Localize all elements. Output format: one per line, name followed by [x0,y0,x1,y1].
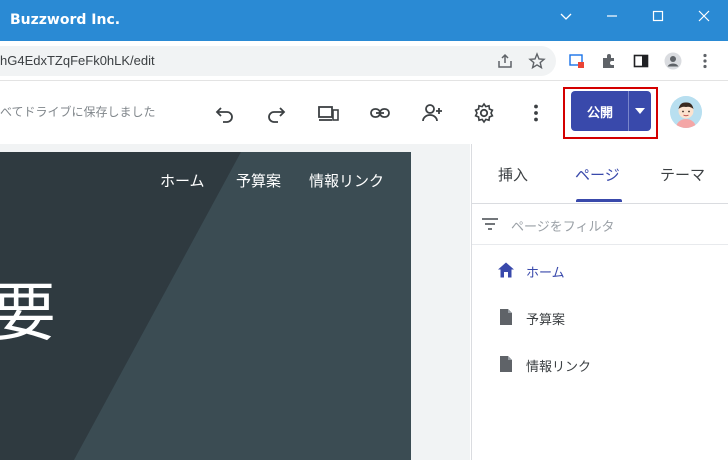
publish-dropdown-icon[interactable] [629,91,651,131]
bookmark-star-icon[interactable] [527,51,547,71]
tab-insert[interactable]: 挿入 [498,164,528,185]
publish-button[interactable]: 公開 [571,91,651,131]
filter-divider [472,244,728,245]
site-header-hero[interactable] [0,152,411,460]
home-icon [498,262,514,278]
tab-themes[interactable]: テーマ [660,164,705,185]
maximize-button[interactable] [635,0,681,32]
browser-address-bar: hG4EdxTZqFeFk0hLK/edit [0,41,728,81]
link-icon[interactable] [368,101,392,125]
window-title: Buzzword Inc. [10,12,121,28]
add-person-icon[interactable] [420,101,444,125]
url-field[interactable]: hG4EdxTZqFeFk0hLK/edit [0,46,556,76]
page-icon [500,356,512,372]
right-side-panel [471,144,728,460]
more-vert-icon[interactable] [524,101,548,125]
page-item-links[interactable]: 情報リンク [526,356,591,375]
redo-icon[interactable] [264,101,288,125]
extension-clip-icon[interactable] [567,51,587,71]
minimize-button[interactable] [589,0,635,32]
tabs-divider [472,203,728,204]
side-panel-icon[interactable] [631,51,651,71]
site-nav-home[interactable]: ホーム [160,170,205,191]
filter-icon [482,218,498,230]
share-icon[interactable] [495,51,515,71]
save-status-text: べてドライブに保存しました [0,105,156,119]
url-text: hG4EdxTZqFeFk0hLK/edit [0,53,155,68]
extensions-puzzle-icon[interactable] [599,51,619,71]
close-button[interactable] [681,0,727,32]
browser-menu-icon[interactable] [695,51,715,71]
settings-gear-icon[interactable] [472,101,496,125]
site-title-text[interactable]: 要 [0,282,56,346]
user-avatar[interactable] [670,96,702,128]
window-title-bar: Buzzword Inc. [0,0,728,41]
undo-icon[interactable] [213,101,237,125]
page-item-home[interactable]: ホーム [526,262,565,281]
site-nav-links[interactable]: 情報リンク [309,170,384,191]
tab-pages[interactable]: ページ [575,164,620,185]
chevron-down-icon[interactable] [543,0,589,32]
page-filter-input[interactable]: ページをフィルタ [511,216,614,235]
page-icon [500,309,512,325]
profile-icon[interactable] [663,51,683,71]
preview-devices-icon[interactable] [316,101,340,125]
publish-label: 公開 [586,105,613,121]
page-item-budget[interactable]: 予算案 [526,309,565,328]
site-nav-budget[interactable]: 予算案 [236,170,281,191]
active-tab-indicator [576,199,622,202]
